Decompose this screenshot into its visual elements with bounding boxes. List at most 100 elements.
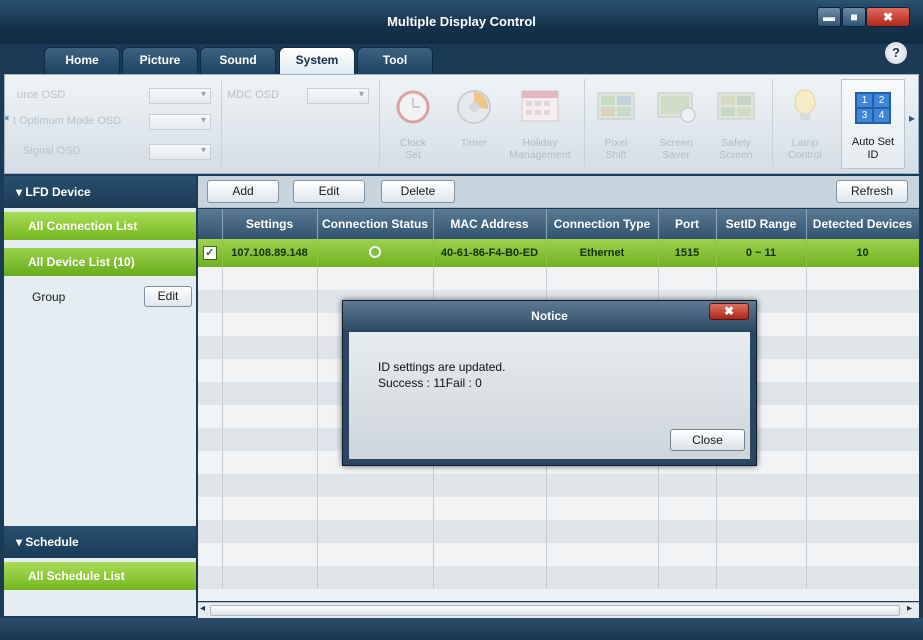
auto-set-id-line2: ID [867, 149, 879, 161]
status-bar [0, 618, 923, 640]
left-pane: ▾ LFD Device All Connection List All Dev… [4, 176, 196, 616]
auto-set-id-tile: 4 [874, 109, 889, 122]
empty-row [198, 267, 919, 290]
column-header-connection-status[interactable]: Connection Status [317, 209, 434, 239]
group-edit-button[interactable]: Edit [144, 286, 192, 307]
auto-set-id-icon: 1 2 3 4 [855, 92, 891, 124]
auto-set-id-button[interactable]: 1 2 3 4 Auto Set ID [841, 79, 905, 169]
column-header-mac-address[interactable]: MAC Address [433, 209, 547, 239]
cell-detected-devices: 10 [806, 239, 919, 267]
timer-icon [454, 87, 494, 124]
cell-mac-address: 40-61-86-F4-B0-ED [433, 239, 547, 267]
tab-system[interactable]: System [279, 47, 355, 75]
safety-screen-button[interactable]: Safety Screen [704, 137, 768, 161]
dialog-message-line2: Success : 11Fail : 0 [378, 376, 482, 390]
safety-screen-icon [716, 91, 756, 127]
source-osd-select[interactable] [149, 88, 211, 104]
column-header-settings[interactable]: Settings [222, 209, 318, 239]
all-schedule-list[interactable]: All Schedule List [4, 562, 196, 590]
connected-status-icon [369, 245, 381, 258]
source-osd-label: urce OSD [17, 89, 66, 101]
help-icon[interactable]: ? [885, 42, 907, 64]
holiday-line1: Holiday [522, 137, 558, 149]
empty-row [198, 497, 919, 520]
add-button[interactable]: Add [207, 180, 279, 203]
screen-saver-button[interactable]: Screen Saver [644, 137, 708, 161]
clock-set-line2: Set [405, 149, 421, 161]
schedule-header[interactable]: ▾ Schedule [4, 526, 196, 558]
close-window-button[interactable]: ✖ [866, 7, 910, 27]
ribbon-separator [379, 79, 380, 167]
cell-connection-status [317, 239, 434, 267]
dialog-close-button[interactable]: Close [670, 429, 745, 451]
scroll-right-arrow-icon[interactable]: ▸ [907, 603, 912, 614]
calendar-icon [520, 89, 560, 125]
table-row[interactable]: ✓ 107.108.89.148 40-61-86-F4-B0-ED Ether… [198, 239, 919, 267]
signal-osd-label: Signal OSD [23, 145, 81, 157]
screen-saver-icon [656, 91, 696, 127]
timer-button[interactable]: Timer [442, 137, 506, 149]
title-bar: Multiple Display Control ▬ ■ ✖ [0, 0, 923, 44]
pixel-shift-button[interactable]: Pixel Shift [584, 137, 648, 161]
clock-icon [393, 89, 433, 125]
empty-row [198, 566, 919, 589]
ribbon-panel: ◂ urce OSD t Optimum Mode OSD Signal OSD… [3, 74, 919, 174]
edit-button[interactable]: Edit [293, 180, 365, 203]
cell-setid-range: 0 ~ 11 [716, 239, 807, 267]
clock-set-button[interactable]: Clock Set [381, 137, 445, 161]
ribbon-scroll-left-icon[interactable]: ◂ [3, 111, 9, 124]
safety-screen-line1: Safety [721, 137, 751, 149]
tab-sound[interactable]: Sound [200, 47, 276, 74]
dialog-body: ID settings are updated. Success : 11Fai… [349, 332, 750, 459]
all-connection-list[interactable]: All Connection List [4, 212, 196, 240]
column-header-port[interactable]: Port [658, 209, 717, 239]
column-header-detected-devices[interactable]: Detected Devices [806, 209, 919, 239]
screen-saver-line1: Screen [659, 137, 693, 149]
scroll-left-arrow-icon[interactable]: ◂ [200, 603, 205, 614]
lamp-control-line1: Lamp [791, 137, 819, 149]
lamp-control-button[interactable]: Lamp Control [773, 137, 837, 161]
dialog-close-icon[interactable]: ✖ [709, 303, 749, 320]
tab-tool[interactable]: Tool [357, 47, 433, 74]
optimum-mode-osd-select[interactable] [149, 114, 211, 130]
cell-settings: 107.108.89.148 [222, 239, 318, 267]
lamp-bulb-icon [785, 87, 825, 123]
pixel-shift-line1: Pixel [604, 137, 628, 149]
empty-row [198, 543, 919, 566]
mdc-osd-select[interactable] [307, 88, 369, 104]
holiday-management-button[interactable]: Holiday Management [508, 137, 572, 161]
maximize-button[interactable]: ■ [842, 7, 866, 27]
auto-set-id-tile: 2 [874, 94, 889, 107]
column-header-setid-range[interactable]: SetID Range [716, 209, 807, 239]
horizontal-scrollbar[interactable]: ◂ ▸ [198, 602, 919, 618]
row-checkbox[interactable]: ✓ [202, 246, 217, 260]
table-header-row: Settings Connection Status MAC Address C… [198, 209, 919, 239]
safety-screen-line2: Screen [719, 149, 753, 161]
pixel-shift-line2: Shift [605, 149, 627, 161]
tab-picture[interactable]: Picture [122, 47, 198, 74]
auto-set-id-tile: 3 [857, 109, 872, 122]
main-window: Multiple Display Control ▬ ■ ✖ ? Home Pi… [0, 0, 923, 640]
ribbon-scroll-right-icon[interactable]: ▸ [909, 111, 915, 125]
refresh-button[interactable]: Refresh [836, 180, 908, 203]
optimum-mode-osd-label: t Optimum Mode OSD [13, 115, 122, 127]
device-toolbar: Add Edit Delete Refresh [198, 176, 919, 208]
select-all-checkbox[interactable] [198, 209, 223, 239]
delete-button[interactable]: Delete [381, 180, 455, 203]
lamp-control-line2: Control [788, 149, 822, 161]
auto-set-id-tile: 1 [857, 94, 872, 107]
empty-row [198, 520, 919, 543]
ribbon-separator [221, 79, 222, 167]
minimize-button[interactable]: ▬ [817, 7, 841, 27]
all-device-list[interactable]: All Device List (10) [4, 248, 196, 276]
tab-home[interactable]: Home [44, 47, 120, 74]
signal-osd-select[interactable] [149, 144, 211, 160]
row-checkbox-cell[interactable]: ✓ [198, 239, 223, 267]
column-header-connection-type[interactable]: Connection Type [546, 209, 659, 239]
screen-saver-line2: Saver [662, 149, 690, 161]
notice-dialog: Notice ✖ ID settings are updated. Succes… [342, 300, 757, 466]
lfd-device-header[interactable]: ▾ LFD Device [4, 176, 196, 208]
scrollbar-thumb[interactable] [210, 605, 900, 616]
cell-connection-type: Ethernet [546, 239, 659, 267]
empty-row [198, 474, 919, 497]
